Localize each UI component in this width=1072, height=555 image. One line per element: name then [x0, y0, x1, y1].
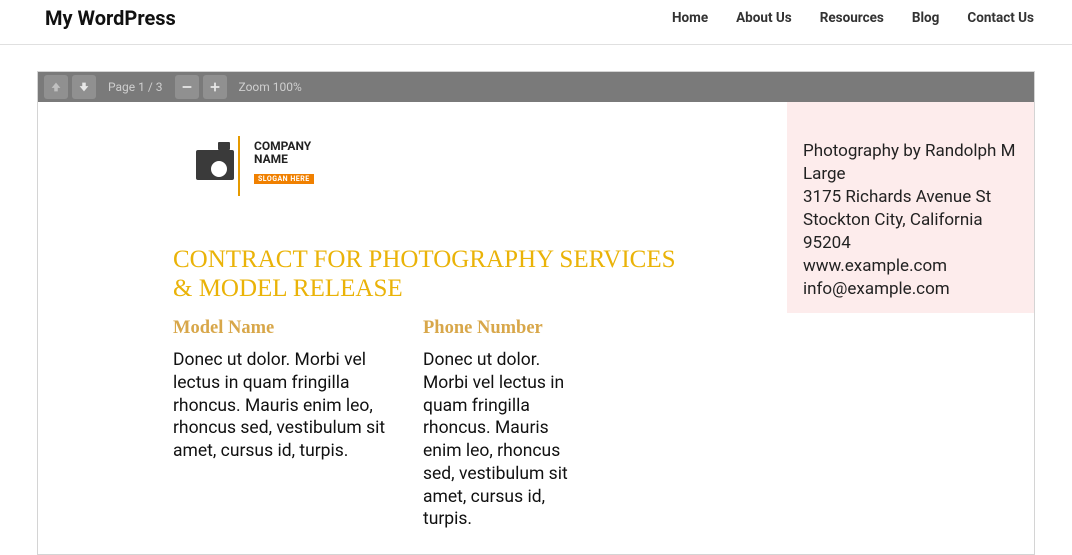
website: www.example.com: [803, 255, 1034, 278]
site-header: My WordPress Home About Us Resources Blo…: [0, 0, 1072, 45]
nav-about[interactable]: About Us: [736, 10, 792, 26]
phone-value: Donec ut dolor. Morbi vel lectus in quam…: [423, 349, 573, 531]
nav-contact[interactable]: Contact Us: [967, 10, 1034, 26]
contact-sidebar: Photography by Randolph M Large 3175 Ric…: [787, 102, 1034, 313]
next-page-button[interactable]: [72, 75, 96, 99]
model-name-value: Donec ut dolor. Morbi vel lectus in quam…: [173, 349, 403, 463]
photographer-name: Photography by Randolph M Large: [803, 140, 1034, 186]
company-name-line1: COMPANY: [254, 140, 314, 153]
prev-page-button[interactable]: [44, 75, 68, 99]
phone-label: Phone Number: [423, 318, 573, 339]
site-title: My WordPress: [45, 6, 176, 30]
zoom-in-button[interactable]: [203, 75, 227, 99]
company-name-line2: NAME: [254, 153, 314, 166]
company-slogan: SLOGAN HERE: [254, 174, 314, 184]
zoom-out-button[interactable]: [175, 75, 199, 99]
phone-field: Phone Number Donec ut dolor. Morbi vel l…: [423, 318, 573, 531]
main-nav: Home About Us Resources Blog Contact Us: [672, 10, 1034, 26]
logo-text: COMPANY NAME SLOGAN HERE: [254, 140, 314, 185]
nav-home[interactable]: Home: [672, 10, 708, 26]
nav-blog[interactable]: Blog: [912, 10, 940, 26]
page-indicator: Page 1 / 3: [108, 80, 163, 94]
form-columns: Model Name Donec ut dolor. Morbi vel lec…: [173, 318, 573, 531]
address-line2: Stockton City, California 95204: [803, 209, 1034, 255]
minus-icon: [180, 80, 194, 94]
plus-icon: [208, 80, 222, 94]
model-name-label: Model Name: [173, 318, 403, 339]
address-line1: 3175 Richards Avenue St: [803, 186, 1034, 209]
arrow-down-icon: [77, 80, 91, 94]
document-page: COMPANY NAME SLOGAN HERE CONTRACT FOR PH…: [38, 102, 1034, 554]
model-name-field: Model Name Donec ut dolor. Morbi vel lec…: [173, 318, 403, 531]
arrow-up-icon: [49, 80, 63, 94]
camera-icon: [196, 136, 240, 188]
email: info@example.com: [803, 278, 1034, 301]
document-title: CONTRACT FOR PHOTOGRAPHY SERVICES & MODE…: [173, 246, 693, 304]
document-viewer: Page 1 / 3 Zoom 100% COMPANY NAME SLOGAN…: [37, 71, 1035, 555]
viewer-toolbar: Page 1 / 3 Zoom 100%: [38, 72, 1034, 102]
zoom-indicator: Zoom 100%: [239, 80, 302, 94]
company-logo: COMPANY NAME SLOGAN HERE: [196, 136, 314, 188]
nav-resources[interactable]: Resources: [820, 10, 884, 26]
